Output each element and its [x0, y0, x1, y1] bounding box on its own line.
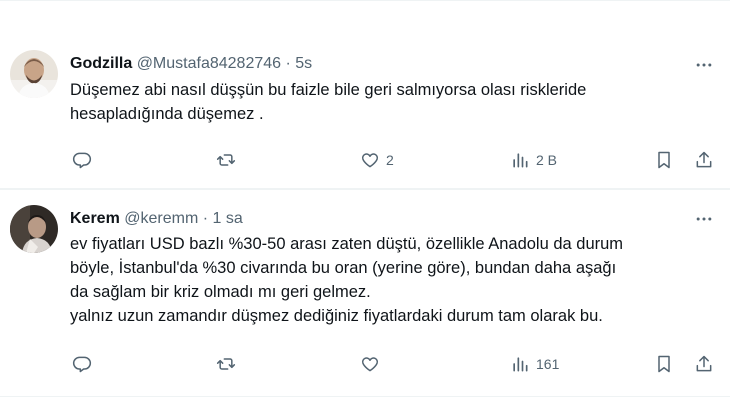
share-button[interactable] — [694, 148, 714, 172]
retweet-icon — [216, 154, 236, 166]
tweet-text-line: Düşemez abi nasıl düşşün bu faizle bile … — [70, 81, 587, 99]
retweet-icon — [216, 358, 236, 370]
more-button[interactable] — [692, 209, 716, 229]
tweet-text-line: böyle, İstanbul'da %30 civarında bu oran… — [70, 259, 617, 277]
tweet[interactable]: Kerem @keremm · 1 sa ev fiyatları USD ba… — [0, 192, 730, 392]
tweet-text-line: hesapladığında düşemez . — [70, 105, 264, 123]
like-count: 2 — [386, 152, 394, 168]
more-button[interactable] — [692, 55, 716, 75]
share-icon — [696, 151, 712, 168]
tweet-header: Godzilla @Mustafa84282746 · 5s — [70, 54, 312, 74]
views-icon — [513, 357, 528, 372]
bottom-divider — [0, 396, 730, 397]
top-divider — [0, 0, 730, 1]
timestamp[interactable]: 1 sa — [213, 210, 243, 227]
reply-icon — [72, 356, 92, 373]
views-icon — [513, 153, 528, 168]
avatar[interactable] — [10, 50, 58, 98]
timestamp[interactable]: 5s — [295, 55, 312, 72]
separator-dot: · — [285, 55, 291, 72]
tweet-header: Kerem @keremm · 1 sa — [70, 209, 243, 229]
like-icon — [361, 153, 379, 168]
user-handle[interactable]: @Mustafa84282746 — [137, 55, 281, 72]
tweet-actions: 2 2 B — [70, 148, 720, 172]
tweet-text-line: ev fiyatları USD bazlı %30-50 arası zate… — [70, 235, 624, 253]
tweet-text-line: yalnız uzun zamandır düşmez dediğiniz fi… — [70, 307, 603, 325]
view-count: 161 — [536, 356, 560, 372]
avatar-image — [10, 205, 58, 253]
tweet-divider — [0, 188, 730, 190]
avatar-image — [10, 50, 58, 98]
avatar[interactable] — [10, 205, 58, 253]
like-button[interactable]: 2 — [360, 148, 394, 172]
display-name[interactable]: Godzilla — [70, 55, 132, 72]
bookmark-button[interactable] — [654, 352, 674, 376]
views-button[interactable]: 2 B — [510, 148, 557, 172]
share-icon — [696, 355, 712, 372]
like-icon — [361, 357, 379, 372]
reply-button[interactable] — [72, 352, 98, 376]
bookmark-icon — [658, 355, 670, 373]
tweet-text: ev fiyatları USD bazlı %30-50 arası zate… — [70, 232, 720, 328]
views-button[interactable]: 161 — [510, 352, 559, 376]
view-count: 2 B — [536, 152, 558, 168]
retweet-button[interactable] — [216, 148, 242, 172]
more-horizontal-icon — [696, 217, 712, 221]
share-button[interactable] — [694, 352, 714, 376]
like-button[interactable] — [360, 352, 386, 376]
separator-dot: · — [202, 210, 209, 227]
tweet[interactable]: Godzilla @Mustafa84282746 · 5s Düşemez a… — [0, 38, 730, 186]
tweet-actions: 161 — [70, 352, 720, 376]
tweet-text: Düşemez abi nasıl düşşün bu faizle bile … — [70, 78, 720, 126]
retweet-button[interactable] — [216, 352, 242, 376]
bookmark-button[interactable] — [654, 148, 674, 172]
reply-icon — [72, 152, 92, 169]
user-handle[interactable]: @keremm — [124, 210, 198, 227]
reply-button[interactable] — [72, 148, 98, 172]
tweet-text-line: da sağlam bir kriz olmadı mı geri gelmez… — [70, 283, 371, 301]
display-name[interactable]: Kerem — [70, 210, 120, 227]
bookmark-icon — [658, 151, 670, 169]
more-horizontal-icon — [696, 63, 712, 67]
